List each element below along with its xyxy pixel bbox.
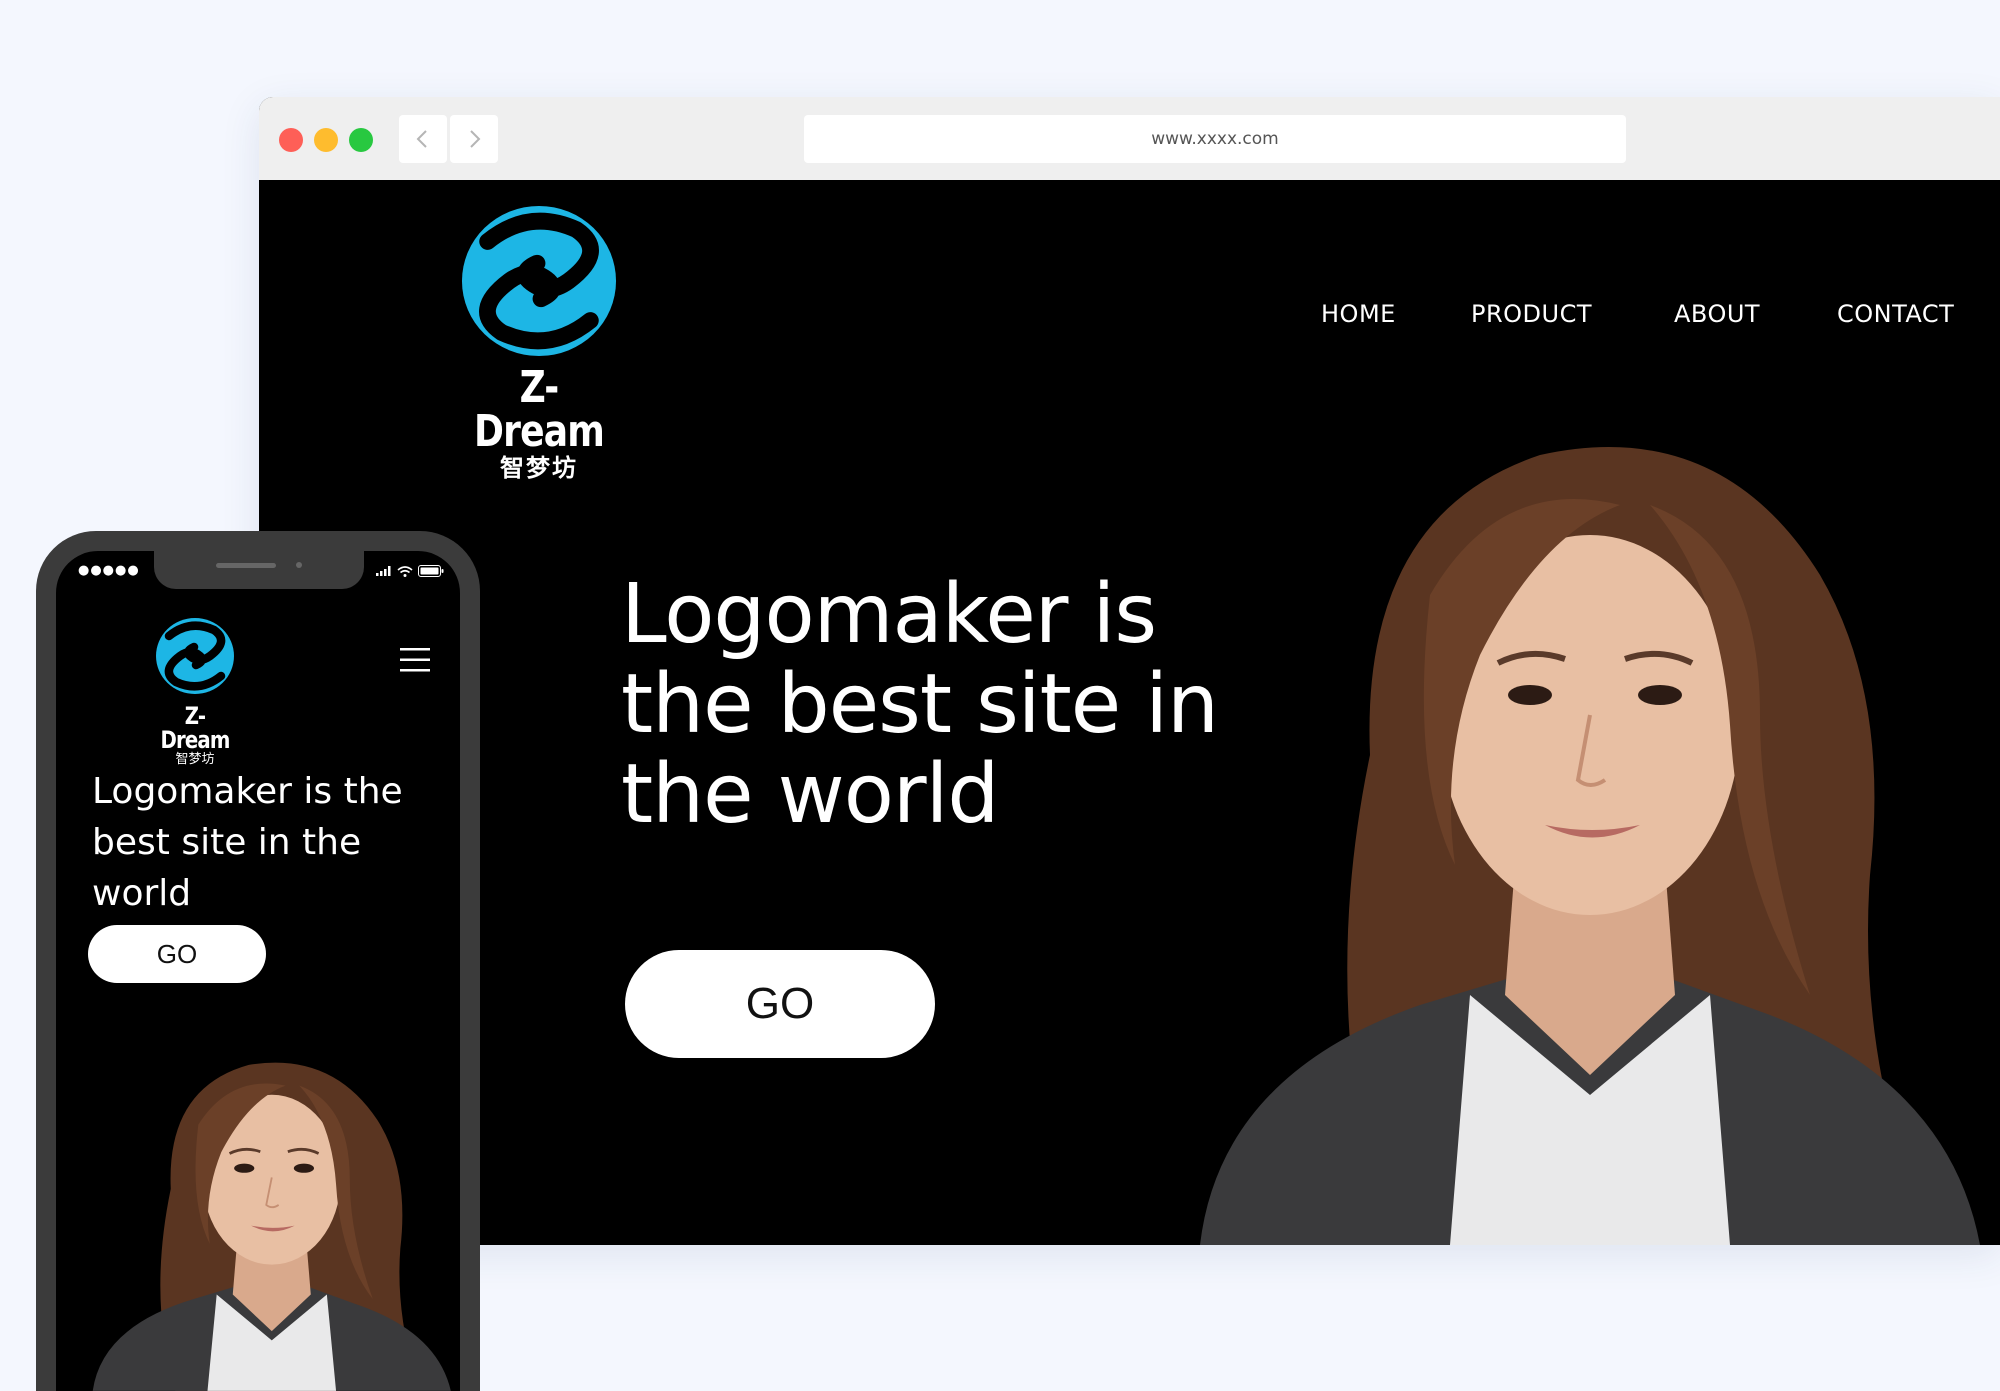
window-maximize-button[interactable] [349,128,373,152]
mobile-portrait-image [92,1062,451,1391]
hero-portrait-image [1200,447,1980,1245]
phone-speaker [216,563,276,568]
mobile-phone-frame: ●●●●● Z-Dream 智梦坊 Logomaker is the best … [36,531,480,1391]
mobile-brand-name: Z-Dream [160,702,230,754]
status-bar-icons [376,565,444,577]
mobile-hero-headline: Logomaker is the best site in the world [92,771,403,914]
mobile-go-button[interactable]: GO [88,925,266,983]
nav-about[interactable]: ABOUT [1674,300,1760,328]
window-minimize-button[interactable] [314,128,338,152]
go-button[interactable]: GO [625,950,935,1058]
carrier-signal-dots: ●●●●● [78,563,140,578]
nav-product[interactable]: PRODUCT [1471,300,1592,328]
mobile-site-logo[interactable]: Z-Dream 智梦坊 [144,616,246,767]
window-close-button[interactable] [279,128,303,152]
mobile-brand-name-chinese: 智梦坊 [175,752,215,767]
browser-window: www.xxxx.com Z-Dream 智梦坊 HOME PRODUCT AB… [259,97,2000,1245]
browser-toolbar: www.xxxx.com [259,97,2000,181]
address-text: www.xxxx.com [1151,129,1279,149]
brand-name-chinese: 智梦坊 [500,454,578,482]
nav-contact[interactable]: CONTACT [1837,300,1954,328]
battery-icon [418,565,444,577]
browser-back-button[interactable] [399,115,447,163]
phone-camera [296,562,302,568]
chevron-right-icon [470,130,481,148]
wifi-icon [397,565,413,577]
website-content: Z-Dream 智梦坊 HOME PRODUCT ABOUT CONTACT L… [259,180,2000,1245]
phone-notch [154,551,364,589]
z-dream-logo-icon [156,618,234,694]
cellular-signal-icon [376,566,391,576]
brand-name: Z-Dream [473,362,605,457]
site-logo[interactable]: Z-Dream 智梦坊 [449,202,629,482]
address-bar[interactable]: www.xxxx.com [804,115,1626,163]
mobile-screen: ●●●●● Z-Dream 智梦坊 Logomaker is the best … [56,551,460,1391]
main-navigation: HOME PRODUCT ABOUT CONTACT [259,300,2000,340]
browser-forward-button[interactable] [450,115,498,163]
hamburger-menu-icon[interactable] [400,646,430,674]
nav-home[interactable]: HOME [1321,300,1396,328]
chevron-left-icon [416,130,427,148]
